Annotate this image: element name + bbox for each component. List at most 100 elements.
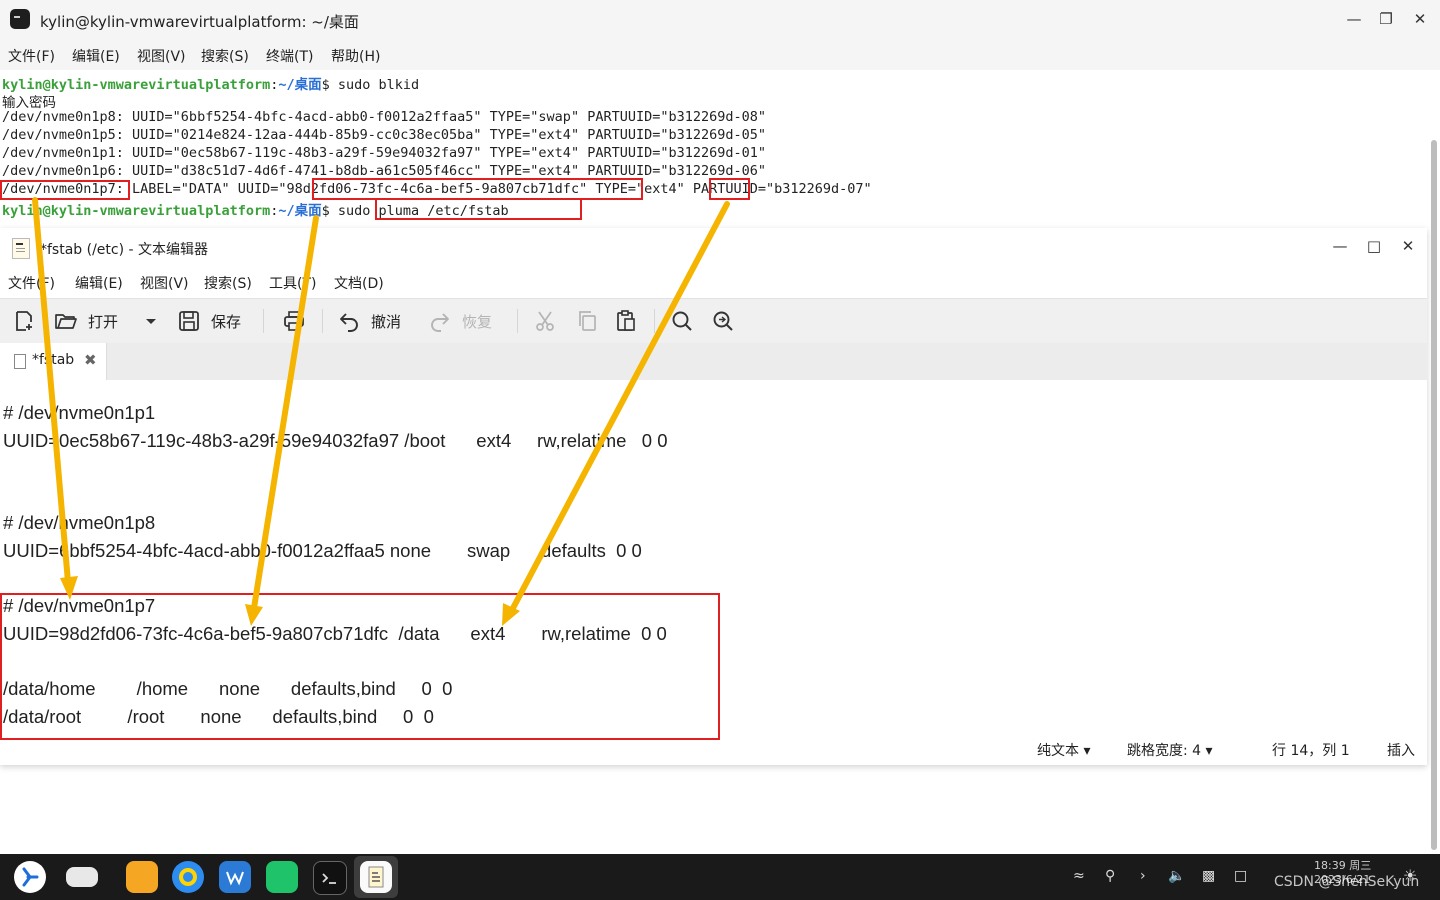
minimize-icon[interactable]: — bbox=[1329, 235, 1351, 257]
undo-button[interactable]: 撤消 bbox=[337, 305, 401, 337]
weather-icon[interactable]: ☀ bbox=[1403, 866, 1417, 885]
print-button[interactable] bbox=[282, 305, 306, 337]
editor-statusbar: 纯文本 ▾ 跳格宽度: 4 ▾ 行 14，列 1 插入 bbox=[0, 732, 1427, 765]
tab-close-icon[interactable]: ✖ bbox=[84, 351, 97, 369]
terminal-titlebar: kylin@kylin-vmwarevirtualplatform: ~/桌面 … bbox=[0, 0, 1440, 40]
editor-menu-file[interactable]: 文件(F) bbox=[8, 273, 55, 293]
insert-mode: 插入 bbox=[1387, 743, 1415, 759]
undo-label: 撤消 bbox=[371, 312, 402, 331]
syntax-mode-dropdown[interactable]: 纯文本 ▾ bbox=[1037, 740, 1090, 760]
fstab-line: UUID=98d2fd06-73fc-4c6a-bef5-9a807cb71df… bbox=[3, 623, 667, 644]
editor-titlebar: *fstab (/etc) - 文本编辑器 — □ ✕ bbox=[0, 228, 1427, 266]
browser-logo-icon bbox=[179, 868, 197, 886]
toolbar-divider bbox=[654, 309, 655, 333]
editor-menu-edit[interactable]: 编辑(E) bbox=[75, 273, 123, 293]
open-button[interactable]: 打开 bbox=[54, 305, 118, 337]
notification-icon[interactable]: □ bbox=[1234, 868, 1247, 884]
file-manager-icon[interactable] bbox=[126, 861, 158, 893]
search-replace-button[interactable] bbox=[711, 305, 735, 337]
editor-menu-documents[interactable]: 文档(D) bbox=[334, 273, 384, 293]
editor-toolbar: 打开 保存 撤消 恢复 bbox=[0, 298, 1427, 344]
editor-menu-search[interactable]: 搜索(S) bbox=[204, 273, 252, 293]
redo-button[interactable]: 恢复 bbox=[428, 305, 492, 337]
paste-button[interactable] bbox=[614, 305, 638, 337]
terminal-output-line: /dev/nvme0n1p6: UUID="d38c51d7-4d6f-4741… bbox=[2, 163, 767, 179]
close-icon[interactable]: ✕ bbox=[1397, 235, 1419, 257]
device-icon[interactable]: ▩ bbox=[1202, 868, 1215, 884]
syntax-mode-label: 纯文本 bbox=[1037, 743, 1079, 759]
copy-icon bbox=[579, 311, 596, 331]
prompt-path: ~/桌面 bbox=[278, 77, 322, 93]
new-document-icon bbox=[16, 311, 32, 331]
network-icon[interactable]: ≈ bbox=[1073, 868, 1085, 884]
close-icon[interactable]: ✕ bbox=[1409, 8, 1431, 30]
terminal-menu-view[interactable]: 视图(V) bbox=[137, 46, 186, 66]
prompt-user: kylin@kylin-vmwarevirtualplatform bbox=[2, 203, 271, 219]
minimize-icon[interactable]: — bbox=[1343, 8, 1365, 30]
terminal-app-icon bbox=[10, 9, 30, 29]
fstab-line: /data/root /root none defaults,bind 0 0 bbox=[3, 706, 434, 727]
folder-open-icon bbox=[55, 314, 77, 329]
undo-icon bbox=[340, 313, 358, 332]
search-icon[interactable]: ⚲ bbox=[1105, 868, 1115, 884]
fstab-line: /data/home /home none defaults,bind 0 0 bbox=[3, 678, 453, 699]
start-menu-icon[interactable] bbox=[14, 861, 46, 893]
wps-writer-icon[interactable] bbox=[219, 861, 251, 893]
maximize-icon[interactable]: □ bbox=[1363, 235, 1385, 257]
text-editor-app-icon bbox=[12, 238, 30, 259]
search-button[interactable] bbox=[670, 305, 694, 337]
terminal-prompt-icon bbox=[322, 873, 336, 884]
cut-button[interactable] bbox=[533, 305, 557, 337]
open-dropdown-button[interactable] bbox=[144, 305, 158, 337]
terminal-menu-search[interactable]: 搜索(S) bbox=[201, 46, 249, 66]
terminal-menu-file[interactable]: 文件(F) bbox=[8, 46, 55, 66]
editor-menubar: 文件(F) 编辑(E) 视图(V) 搜索(S) 工具(T) 文档(D) bbox=[0, 266, 1427, 298]
editor-menu-view[interactable]: 视图(V) bbox=[140, 273, 189, 293]
multitask-view-icon[interactable] bbox=[66, 867, 98, 887]
terminal-menu-terminal[interactable]: 终端(T) bbox=[266, 46, 313, 66]
browser-icon[interactable] bbox=[172, 861, 204, 893]
terminal-title: kylin@kylin-vmwarevirtualplatform: ~/桌面 bbox=[40, 13, 359, 31]
kylin-logo-icon bbox=[22, 867, 39, 887]
chevron-down-icon: ▾ bbox=[1205, 743, 1213, 759]
clock-time: 18:39 周三 bbox=[1314, 859, 1372, 872]
chat-app-icon[interactable] bbox=[266, 861, 298, 893]
terminal-output-line: /dev/nvme0n1p1: UUID="0ec58b67-119c-48b3… bbox=[2, 145, 767, 161]
terminal-command: sudo pluma /etc/fstab bbox=[337, 203, 509, 219]
watermark: CSDN @ShenSeKyun bbox=[1274, 874, 1420, 890]
save-button[interactable]: 保存 bbox=[177, 305, 241, 337]
editor-title: *fstab (/etc) - 文本编辑器 bbox=[40, 242, 209, 258]
tab-width-label: 跳格宽度: 4 bbox=[1127, 743, 1202, 759]
paste-icon bbox=[617, 310, 635, 331]
fstab-line: UUID=0ec58b67-119c-48b3-a29f-59e94032fa9… bbox=[3, 430, 668, 451]
editor-text-area[interactable]: # /dev/nvme0n1p1 UUID=0ec58b67-119c-48b3… bbox=[0, 380, 1427, 730]
terminal-menubar: 文件(F) 编辑(E) 视图(V) 搜索(S) 终端(T) 帮助(H) bbox=[0, 40, 1440, 70]
save-label: 保存 bbox=[211, 312, 242, 331]
save-icon bbox=[179, 311, 199, 331]
terminal-menu-edit[interactable]: 编辑(E) bbox=[72, 46, 120, 66]
text-editor-taskbar-icon[interactable] bbox=[360, 861, 392, 893]
terminal-menu-help[interactable]: 帮助(H) bbox=[331, 46, 380, 66]
text-editor-logo-icon bbox=[368, 866, 384, 888]
tab-label: *fstab bbox=[32, 352, 75, 368]
terminal-command: sudo blkid bbox=[337, 77, 420, 93]
terminal-prompt-line: kylin@kylin-vmwarevirtualplatform:~/桌面$ … bbox=[2, 77, 420, 93]
scrollbar[interactable] bbox=[1431, 140, 1437, 850]
fstab-line: # /dev/nvme0n1p8 bbox=[3, 512, 156, 533]
terminal-taskbar-icon[interactable] bbox=[313, 861, 347, 895]
terminal-output-line: /dev/nvme0n1p8: UUID="6bbf5254-4bfc-4acd… bbox=[2, 109, 767, 125]
editor-menu-tools[interactable]: 工具(T) bbox=[269, 273, 316, 293]
new-document-button[interactable] bbox=[12, 305, 36, 337]
fstab-line: # /dev/nvme0n1p7 bbox=[3, 595, 156, 616]
terminal-output[interactable]: kylin@kylin-vmwarevirtualplatform:~/桌面$ … bbox=[0, 70, 1440, 230]
search-replace-icon bbox=[713, 311, 733, 331]
cursor-position: 行 14，列 1 bbox=[1272, 743, 1350, 759]
volume-icon[interactable]: 🔈 bbox=[1168, 868, 1185, 884]
toolbar-divider bbox=[322, 309, 323, 333]
tab-width-dropdown[interactable]: 跳格宽度: 4 ▾ bbox=[1127, 740, 1213, 760]
chevron-right-icon[interactable]: › bbox=[1140, 868, 1146, 884]
tab-fstab[interactable]: *fstab ✖ bbox=[0, 343, 107, 380]
chevron-down-icon: ▾ bbox=[1083, 743, 1091, 759]
restore-icon[interactable]: ❐ bbox=[1375, 8, 1397, 30]
copy-button[interactable] bbox=[575, 305, 599, 337]
